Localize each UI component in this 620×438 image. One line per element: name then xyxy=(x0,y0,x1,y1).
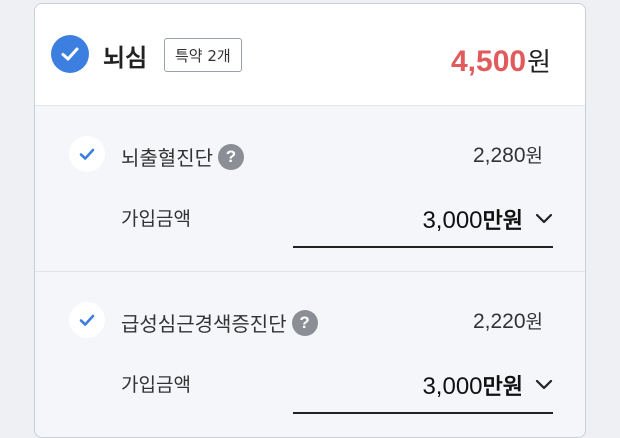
item-check-icon[interactable] xyxy=(69,136,105,172)
rider-item: 뇌출혈진단 ? 2,280원 가입금액 3,000만원 xyxy=(35,106,585,272)
coverage-amount-unit: 만원 xyxy=(482,209,523,234)
coverage-label: 가입금액 xyxy=(121,374,191,396)
rider-name: 급성심근경색증진단 ? xyxy=(121,308,318,337)
item-check-icon[interactable] xyxy=(69,302,105,338)
rider-price: 2,220원 xyxy=(473,307,543,334)
coverage-amount-select[interactable]: 3,000만원 xyxy=(293,358,553,414)
rider-card: 뇌심 특약 2개 4,500 원 뇌출혈진단 ? 2,280원 가입금액 3,0… xyxy=(34,3,586,438)
rider-name: 뇌출혈진단 ? xyxy=(121,142,244,171)
rider-name-text: 급성심근경색증진단 xyxy=(121,312,287,336)
rider-price-amount: 2,220 xyxy=(472,310,526,333)
question-icon[interactable]: ? xyxy=(291,309,318,336)
coverage-amount-unit: 만원 xyxy=(482,375,523,400)
chevron-down-icon[interactable] xyxy=(535,213,553,225)
plan-check-icon[interactable] xyxy=(51,35,89,73)
rider-item: 급성심근경색증진단 ? 2,220원 가입금액 3,000만원 xyxy=(35,272,585,437)
total-unit: 원 xyxy=(527,48,551,78)
coverage-amount-number: 3,000 xyxy=(422,207,483,234)
coverage-amount-number: 3,000 xyxy=(422,373,483,400)
plan-total-price: 4,500 원 xyxy=(451,42,551,79)
plan-title: 뇌심 xyxy=(103,44,148,72)
coverage-amount-value: 3,000만원 xyxy=(422,203,523,235)
rider-name-text: 뇌출혈진단 xyxy=(121,146,213,170)
coverage-amount-value: 3,000만원 xyxy=(422,369,523,401)
chevron-down-icon[interactable] xyxy=(535,379,553,391)
coverage-amount-select[interactable]: 3,000만원 xyxy=(293,192,553,248)
rider-price-unit: 원 xyxy=(525,145,543,167)
coverage-label: 가입금액 xyxy=(121,208,191,230)
rider-price-unit: 원 xyxy=(525,311,543,333)
rider-price-amount: 2,280 xyxy=(472,144,526,167)
rider-price: 2,280원 xyxy=(473,141,543,168)
rider-count-badge: 특약 2개 xyxy=(164,38,242,72)
total-amount: 4,500 xyxy=(451,45,527,78)
plan-header: 뇌심 특약 2개 4,500 원 xyxy=(35,4,585,106)
question-icon[interactable]: ? xyxy=(218,143,244,170)
